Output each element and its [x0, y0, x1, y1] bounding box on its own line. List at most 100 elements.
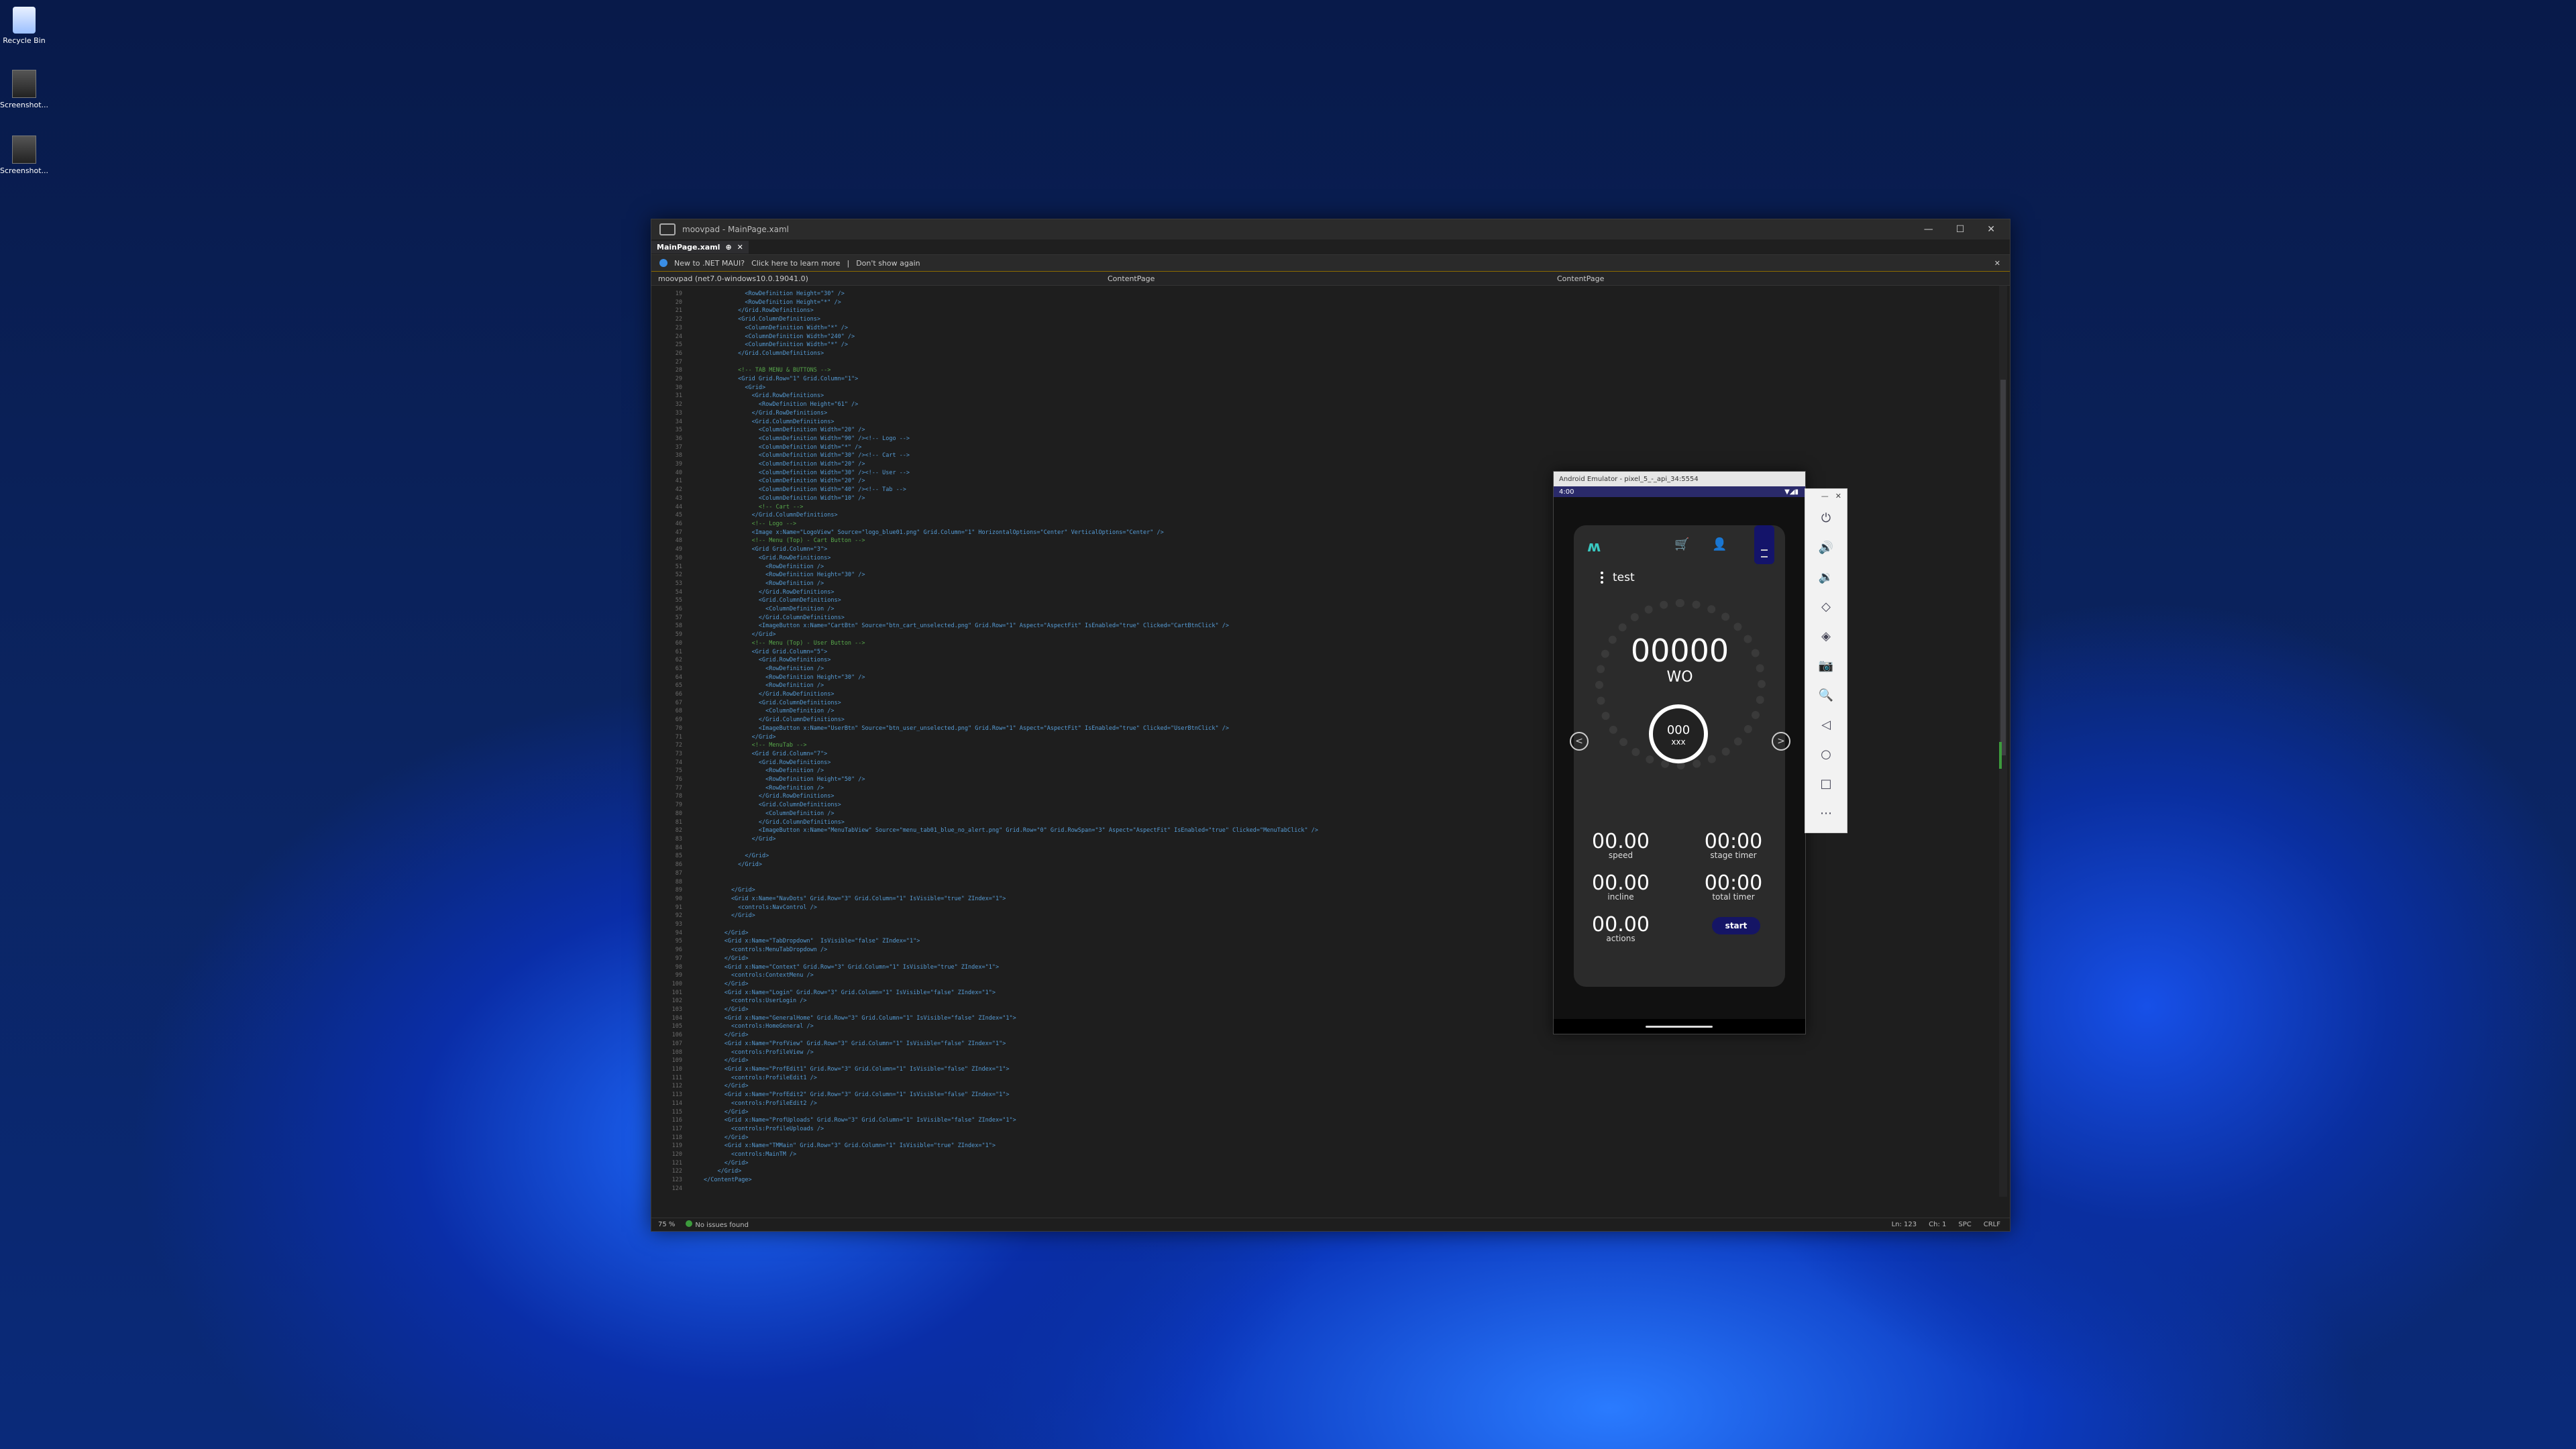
code-line[interactable] — [704, 878, 1318, 887]
rotate-left-icon[interactable]: ◇ — [1805, 592, 1847, 621]
code-line[interactable]: <ColumnDefinition Width="20" /> — [704, 460, 1318, 469]
more-icon[interactable]: ⋯ — [1805, 798, 1847, 828]
back-icon[interactable]: ◁ — [1805, 710, 1847, 739]
code-line[interactable]: <controls:ProfileEdit1 /> — [704, 1074, 1318, 1083]
code-line[interactable]: <!-- Cart --> — [704, 503, 1318, 512]
vertical-scrollbar[interactable] — [1999, 286, 2007, 1197]
code-line[interactable]: </Grid> — [704, 1082, 1318, 1091]
close-icon[interactable]: ✕ — [1987, 224, 1995, 235]
code-line[interactable]: <ColumnDefinition Width="*" /> — [704, 341, 1318, 350]
code-line[interactable]: <ColumnDefinition Width="40" /><!-- Tab … — [704, 486, 1318, 494]
vs-title-bar[interactable]: moovpad - MainPage.xaml — ☐ ✕ — [651, 219, 2010, 239]
code-line[interactable]: <ImageButton x:Name="CartBtn" Source="bt… — [704, 622, 1318, 631]
code-line[interactable]: <controls:UserLogin /> — [704, 997, 1318, 1006]
code-line[interactable]: <Grid.RowDefinitions> — [704, 656, 1318, 665]
code-line[interactable]: </Grid.RowDefinitions> — [704, 690, 1318, 699]
code-line[interactable]: <Grid x:Name="ProfUploads" Grid.Row="3" … — [704, 1116, 1318, 1125]
code-line[interactable]: <Grid x:Name="Context" Grid.Row="3" Grid… — [704, 963, 1318, 972]
code-line[interactable]: <RowDefinition /> — [704, 784, 1318, 793]
code-line[interactable]: </Grid.ColumnDefinitions> — [704, 818, 1318, 827]
code-line[interactable]: <controls:ContextMenu /> — [704, 971, 1318, 980]
code-line[interactable]: <RowDefinition /> — [704, 682, 1318, 690]
code-line[interactable]: <Grid x:Name="TMMain" Grid.Row="3" Grid.… — [704, 1142, 1318, 1150]
code-line[interactable]: </ContentPage> — [704, 1176, 1318, 1185]
code-line[interactable]: <Grid.RowDefinitions> — [704, 392, 1318, 400]
code-line[interactable]: <RowDefinition /> — [704, 563, 1318, 572]
code-line[interactable] — [704, 920, 1318, 929]
code-line[interactable]: <ColumnDefinition /> — [704, 810, 1318, 818]
previous-arrow-button[interactable]: < — [1570, 732, 1589, 751]
code-line[interactable]: </Grid> — [704, 955, 1318, 963]
code-line[interactable]: </Grid> — [704, 1006, 1318, 1014]
code-line[interactable]: <!-- Menu (Top) - Cart Button --> — [704, 537, 1318, 545]
code-line[interactable]: <Grid x:Name="Login" Grid.Row="3" Grid.C… — [704, 989, 1318, 998]
code-line[interactable]: <!-- Menu (Top) - User Button --> — [704, 639, 1318, 648]
code-line[interactable]: <Grid.ColumnDefinitions> — [704, 596, 1318, 605]
code-line[interactable]: <ColumnDefinition Width="240" /> — [704, 333, 1318, 341]
code-text[interactable]: <RowDefinition Height="30" /> <RowDefini… — [704, 290, 1318, 1193]
code-line[interactable]: <Grid.RowDefinitions> — [704, 759, 1318, 767]
code-line[interactable]: <Image x:Name="LogoView" Source="logo_bl… — [704, 529, 1318, 537]
class-dropdown[interactable]: ContentPage — [1101, 274, 1550, 283]
code-line[interactable]: <ImageButton x:Name="UserBtn" Source="bt… — [704, 724, 1318, 733]
code-line[interactable]: </Grid.ColumnDefinitions> — [704, 511, 1318, 520]
code-line[interactable]: <ColumnDefinition Width="30" /><!-- Cart… — [704, 451, 1318, 460]
line-ending[interactable]: CRLF — [1984, 1221, 2000, 1228]
code-line[interactable]: </Grid.RowDefinitions> — [704, 588, 1318, 597]
code-line[interactable]: <ColumnDefinition Width="20" /> — [704, 426, 1318, 435]
code-line[interactable]: </Grid> — [704, 980, 1318, 989]
code-line[interactable]: </Grid.RowDefinitions> — [704, 307, 1318, 315]
code-line[interactable]: </Grid> — [704, 852, 1318, 861]
code-line[interactable]: </Grid> — [704, 929, 1318, 938]
code-line[interactable]: <Grid Grid.Row="1" Grid.Column="1"> — [704, 375, 1318, 384]
code-line[interactable]: </Grid> — [704, 1167, 1318, 1176]
home-gesture-pill[interactable] — [1646, 1026, 1713, 1028]
code-line[interactable]: </Grid.RowDefinitions> — [704, 792, 1318, 801]
code-line[interactable]: <Grid Grid.Column="5"> — [704, 648, 1318, 657]
code-line[interactable]: </Grid> — [704, 1031, 1318, 1040]
cart-button[interactable]: 🛒 — [1674, 537, 1689, 551]
learn-more-link[interactable]: Click here to learn more — [751, 259, 840, 268]
code-line[interactable]: <Grid> — [704, 384, 1318, 392]
dont-show-again-link[interactable]: Don't show again — [856, 259, 920, 268]
code-line[interactable]: <ColumnDefinition Width="30" /><!-- User… — [704, 469, 1318, 478]
overview-icon[interactable]: □ — [1805, 769, 1847, 798]
desktop-icon-screenshot-2[interactable]: Screenshot... — [0, 136, 48, 175]
code-line[interactable]: </Grid> — [704, 733, 1318, 742]
code-line[interactable]: </Grid.ColumnDefinitions> — [704, 716, 1318, 724]
code-line[interactable]: <ColumnDefinition /> — [704, 605, 1318, 614]
code-line[interactable]: <Grid x:Name="TabDropdown" IsVisible="fa… — [704, 937, 1318, 946]
code-line[interactable]: <controls:ProfileUploads /> — [704, 1125, 1318, 1134]
code-line[interactable]: <controls:ProfileView /> — [704, 1049, 1318, 1057]
code-line[interactable]: <controls:NavControl /> — [704, 904, 1318, 912]
code-line[interactable]: <Grid x:Name="GeneralHome" Grid.Row="3" … — [704, 1014, 1318, 1023]
code-line[interactable]: <ColumnDefinition Width="*" /> — [704, 324, 1318, 333]
code-line[interactable]: <Grid x:Name="ProfView" Grid.Row="3" Gri… — [704, 1040, 1318, 1049]
code-line[interactable]: </Grid> — [704, 1159, 1318, 1168]
emulator-title-bar[interactable]: Android Emulator - pixel_5_-_api_34:5554 — [1554, 472, 1805, 486]
column-indicator[interactable]: Ch: 1 — [1929, 1221, 1946, 1228]
code-line[interactable]: <RowDefinition /> — [704, 665, 1318, 674]
inner-dial[interactable]: 000 xxx — [1649, 704, 1708, 763]
power-icon[interactable]: ⏻ — [1805, 503, 1847, 533]
code-line[interactable]: </Grid.ColumnDefinitions> — [704, 614, 1318, 623]
code-line[interactable]: <Grid x:Name="ProfEdit2" Grid.Row="3" Gr… — [704, 1091, 1318, 1099]
tab-close-icon[interactable]: ✕ — [737, 243, 743, 252]
code-line[interactable]: </Grid> — [704, 861, 1318, 869]
code-line[interactable]: <Grid x:Name="NavDots" Grid.Row="3" Grid… — [704, 895, 1318, 904]
code-line[interactable] — [704, 1185, 1318, 1193]
code-line[interactable]: <RowDefinition Height="30" /> — [704, 674, 1318, 682]
volume-down-icon[interactable]: 🔉 — [1805, 562, 1847, 592]
user-row[interactable]: test — [1601, 571, 1635, 584]
code-line[interactable]: <Grid.ColumnDefinitions> — [704, 699, 1318, 708]
code-line[interactable]: </Grid> — [704, 912, 1318, 920]
code-line[interactable]: </Grid> — [704, 1108, 1318, 1117]
code-line[interactable]: </Grid.RowDefinitions> — [704, 409, 1318, 418]
code-line[interactable]: <!-- MenuTab --> — [704, 741, 1318, 750]
code-line[interactable]: </Grid> — [704, 886, 1318, 895]
code-line[interactable]: <ColumnDefinition Width="*" /> — [704, 443, 1318, 452]
code-line[interactable]: <ImageButton x:Name="MenuTabView" Source… — [704, 826, 1318, 835]
code-line[interactable]: <controls:HomeGeneral /> — [704, 1022, 1318, 1031]
issues-indicator[interactable]: No issues found — [686, 1220, 749, 1229]
home-icon[interactable]: ○ — [1805, 739, 1847, 769]
